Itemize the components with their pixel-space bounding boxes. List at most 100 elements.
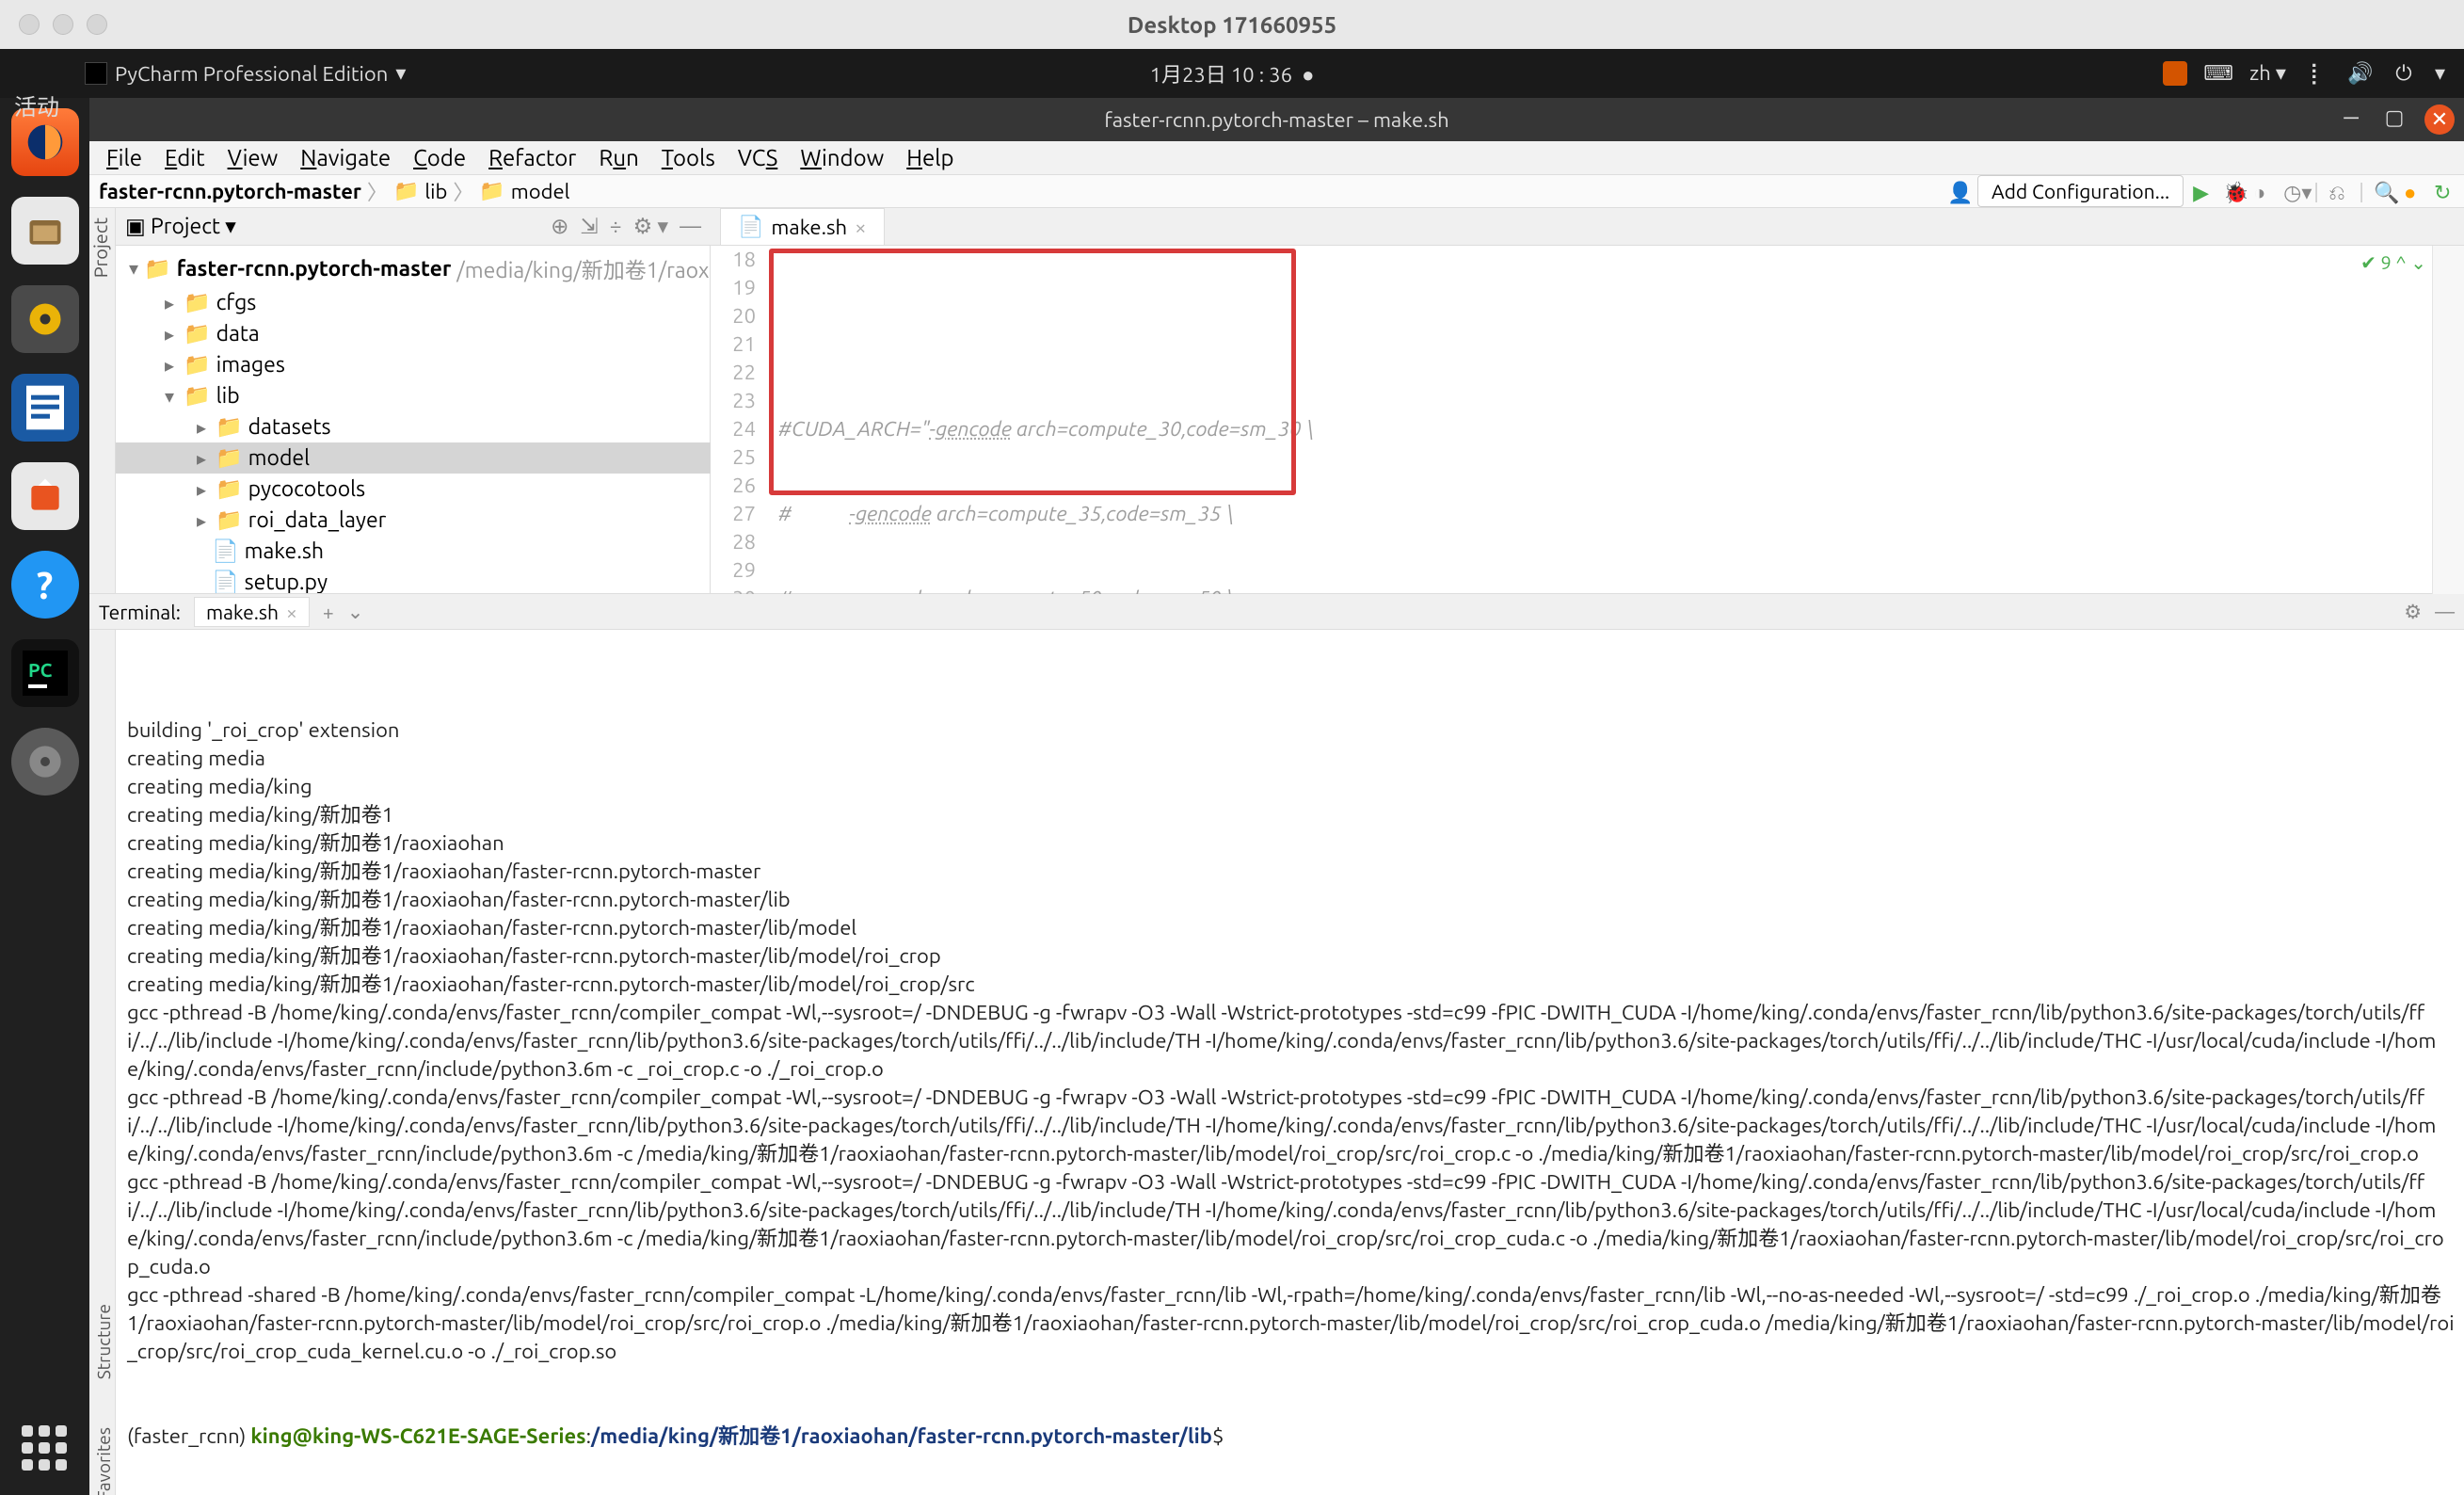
pycharm-dock-icon[interactable]: PC	[11, 639, 79, 707]
close-icon[interactable]: ×	[286, 601, 297, 623]
menu-edit[interactable]: Edit	[155, 141, 215, 174]
hide-icon[interactable]: —	[680, 215, 701, 239]
code-line: # -gencode arch=compute_35,code=sm_35 \	[767, 500, 2464, 528]
code-line: #CUDA_ARCH="-gencode arch=compute_30,cod…	[767, 415, 2464, 443]
terminal-prompt: (faster_rcnn) king@king-WS-C621E-SAGE-Se…	[127, 1423, 2455, 1451]
terminal-dropdown-icon[interactable]: ⌄	[347, 600, 364, 623]
gnome-system-tray: ⌨ zh ▾ ⡇ 🔊 ⏻ ▾	[2163, 61, 2445, 86]
debug-icon[interactable]: 🐞	[2223, 181, 2244, 201]
tray-keyboard-icon[interactable]: ⌨	[2206, 61, 2231, 86]
tree-setup[interactable]: 📄 setup.py	[116, 567, 711, 593]
app-menu[interactable]: PyCharm Professional Edition ▾	[85, 61, 406, 86]
show-apps-button[interactable]	[14, 1418, 74, 1478]
new-terminal-icon[interactable]: +	[323, 601, 334, 623]
project-tree[interactable]: ▾📁 faster-rcnn.pytorch-master /media/kin…	[116, 246, 711, 593]
menu-run[interactable]: Run	[589, 141, 648, 174]
close-icon[interactable]: ×	[855, 216, 866, 239]
tree-data[interactable]: ▸📁 data	[116, 318, 711, 349]
run-icon[interactable]: ▶	[2193, 181, 2214, 201]
add-configuration-button[interactable]: Add Configuration...	[1977, 175, 2184, 207]
folder-icon: 📁	[216, 476, 243, 502]
chevron-down-icon[interactable]: ▾	[2435, 61, 2445, 86]
folder-icon: 📁	[144, 256, 171, 281]
collapse-icon[interactable]: ÷	[610, 215, 622, 239]
sync-icon[interactable]: ↻	[2434, 181, 2455, 201]
gear-icon[interactable]: ⚙ ▾	[633, 215, 668, 239]
editor-tab-makesh[interactable]: 📄 make.sh ×	[720, 208, 885, 245]
menu-tools[interactable]: Tools	[652, 141, 725, 174]
menu-view[interactable]: View	[218, 141, 288, 174]
menu-help[interactable]: Help	[897, 141, 963, 174]
coverage-icon[interactable]: ◑	[2253, 181, 2274, 201]
input-language[interactable]: zh ▾	[2249, 61, 2286, 86]
line-num: 23	[711, 387, 756, 415]
menu-navigate[interactable]: Navigate	[291, 141, 400, 174]
tree-label: roi_data_layer	[248, 508, 387, 532]
editor-tabs: 📄 make.sh ×	[711, 208, 2464, 246]
libreoffice-writer-icon[interactable]	[11, 374, 79, 442]
shell-file-icon: 📄	[738, 215, 763, 239]
files-icon[interactable]	[11, 197, 79, 265]
shell-file-icon: 📄	[212, 539, 239, 564]
pycharm-icon	[85, 62, 107, 85]
user-icon[interactable]: 👤▾	[1947, 181, 1968, 201]
tray-app-icon[interactable]	[2163, 61, 2187, 86]
disk-icon[interactable]	[11, 728, 79, 796]
gnome-clock[interactable]: 1月23日 10 : 36 ●	[1150, 58, 1315, 88]
gear-icon[interactable]: ⚙	[2404, 600, 2422, 623]
menu-file[interactable]: File	[97, 141, 152, 174]
maximize-button[interactable]: ▢	[2381, 104, 2408, 131]
search-icon[interactable]: 🔍	[2374, 181, 2394, 201]
project-dropdown[interactable]: ▣ Project ▾	[125, 215, 236, 239]
profile-icon[interactable]: ◷▾	[2283, 181, 2304, 201]
warnings-badge[interactable]: ✔ 9 ^ ⌄	[2360, 251, 2426, 274]
menu-vcs[interactable]: VCS	[728, 141, 788, 174]
rhythmbox-icon[interactable]	[11, 285, 79, 353]
editor-area: 📄 make.sh × 18 19 20 21 22 23 24 25 26 2…	[711, 208, 2464, 593]
terminal-title: Terminal:	[99, 601, 181, 623]
terminal-tab[interactable]: make.sh ×	[194, 597, 310, 627]
tree-lib[interactable]: ▾📁 lib	[116, 380, 711, 411]
menu-refactor[interactable]: Refactor	[479, 141, 585, 174]
tree-roi-data-layer[interactable]: ▸📁 roi_data_layer	[116, 505, 711, 536]
structure-tab[interactable]: Structure	[89, 1304, 115, 1379]
tree-root-label: faster-rcnn.pytorch-master	[177, 257, 452, 281]
activities-button[interactable]: 活动	[14, 88, 59, 121]
ubuntu-software-icon[interactable]	[11, 462, 79, 530]
expand-all-icon[interactable]: ⇲	[580, 215, 598, 239]
warn-count: 9	[2381, 251, 2392, 273]
tree-model[interactable]: ▸📁 model	[116, 442, 711, 474]
favorites-tab[interactable]: Favorites	[89, 1427, 115, 1495]
close-button[interactable]: ✕	[2424, 104, 2455, 135]
tree-pycocotools[interactable]: ▸📁 pycocotools	[116, 474, 711, 505]
tree-images[interactable]: ▸📁 images	[116, 349, 711, 380]
menubar: File Edit View Navigate Code Refactor Ru…	[89, 141, 2464, 175]
tree-datasets[interactable]: ▸📁 datasets	[116, 411, 711, 442]
zoom-traffic-light[interactable]	[87, 14, 107, 35]
annotation-box	[769, 249, 1296, 495]
project-header: ▣ Project ▾ ⊕ ⇲ ÷ ⚙ ▾ —	[116, 208, 711, 246]
project-panel: Project ▣ Project ▾ ⊕ ⇲ ÷ ⚙ ▾ — ▾📁 faste…	[89, 208, 711, 593]
toolbar-right: 👤▾ Add Configuration... ▶ 🐞 ◑ ◷▾ | ⎌ | 🔍…	[1947, 175, 2455, 207]
mac-window-title: Desktop 171660955	[1128, 12, 1336, 38]
network-icon[interactable]: ⡇	[2305, 61, 2329, 86]
line-num: 22	[711, 359, 756, 387]
minimize-traffic-light[interactable]	[53, 14, 73, 35]
git-icon[interactable]: ⎌	[2328, 181, 2349, 201]
volume-icon[interactable]: 🔊	[2348, 61, 2373, 86]
tree-cfgs[interactable]: ▸📁 cfgs	[116, 287, 711, 318]
menu-code[interactable]: Code	[404, 141, 475, 174]
project-side-tab[interactable]: Project	[89, 217, 111, 278]
hide-icon[interactable]: —	[2435, 600, 2455, 623]
help-icon[interactable]: ?	[11, 551, 79, 619]
update-icon[interactable]: ●	[2404, 181, 2424, 201]
tree-root[interactable]: ▾📁 faster-rcnn.pytorch-master /media/kin…	[116, 249, 711, 287]
close-traffic-light[interactable]	[19, 14, 40, 35]
terminal-body[interactable]: Structure Favorites building '_roi_crop'…	[89, 630, 2464, 1495]
menu-window[interactable]: Window	[791, 141, 893, 174]
tree-makesh[interactable]: 📄 make.sh	[116, 536, 711, 567]
breadcrumb[interactable]: faster-rcnn.pytorch-master 〉 📁 lib 〉 📁 m…	[99, 176, 569, 206]
select-opened-icon[interactable]: ⊕	[551, 215, 568, 239]
minimize-button[interactable]: ─	[2338, 104, 2364, 131]
power-icon[interactable]: ⏻	[2392, 61, 2416, 86]
